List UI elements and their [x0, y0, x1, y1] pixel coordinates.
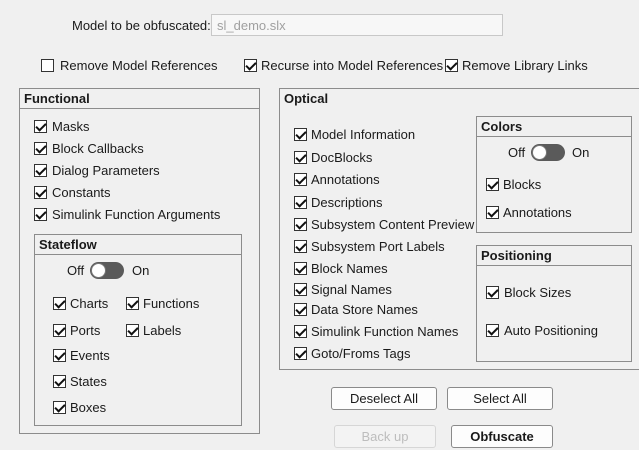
- colors-toggle-switch[interactable]: [531, 144, 565, 161]
- optical-title: Optical: [284, 91, 329, 106]
- stateflow-toggle-knob: [91, 263, 106, 278]
- subsystem-content-preview-checkbox[interactable]: [294, 218, 307, 231]
- states-checkbox[interactable]: [53, 375, 66, 388]
- descriptions-checkbox[interactable]: [294, 196, 307, 209]
- states-label: States: [70, 374, 107, 389]
- boxes-checkbox[interactable]: [53, 401, 66, 414]
- functional-title: Functional: [20, 89, 259, 109]
- goto-froms-tags-checkbox[interactable]: [294, 347, 307, 360]
- colors-toggle-knob: [532, 145, 547, 160]
- signal-names-label: Signal Names: [311, 282, 392, 297]
- model-information-label: Model Information: [311, 127, 416, 142]
- simulink-function-names-label: Simulink Function Names: [311, 324, 459, 339]
- stateflow-toggle-switch[interactable]: [90, 262, 124, 279]
- colors-blocks-label: Blocks: [503, 177, 542, 192]
- dialog-parameters-label: Dialog Parameters: [52, 163, 160, 178]
- model-label: Model to be obfuscated:: [72, 18, 211, 33]
- select-all-button[interactable]: Select All: [447, 387, 553, 410]
- functions-checkbox[interactable]: [126, 297, 139, 310]
- block-callbacks-label: Block Callbacks: [52, 141, 144, 156]
- model-name-field[interactable]: sl_demo.slx: [211, 14, 503, 36]
- recurse-model-references-label: Recurse into Model References: [261, 58, 444, 73]
- model-information-checkbox[interactable]: [294, 128, 307, 141]
- data-store-names-checkbox[interactable]: [294, 303, 307, 316]
- block-sizes-label: Block Sizes: [504, 285, 572, 300]
- constants-checkbox[interactable]: [34, 186, 47, 199]
- simulink-function-arguments-checkbox[interactable]: [34, 208, 47, 221]
- positioning-title: Positioning: [477, 246, 631, 266]
- data-store-names-label: Data Store Names: [311, 302, 418, 317]
- remove-library-links-checkbox[interactable]: [445, 59, 458, 72]
- dialog-parameters-checkbox[interactable]: [34, 164, 47, 177]
- labels-checkbox[interactable]: [126, 324, 139, 337]
- recurse-model-references-checkbox[interactable]: [244, 59, 257, 72]
- boxes-label: Boxes: [70, 400, 107, 415]
- obfuscate-button[interactable]: Obfuscate: [451, 425, 553, 448]
- constants-label: Constants: [52, 185, 111, 200]
- block-sizes-checkbox[interactable]: [486, 286, 499, 299]
- masks-checkbox[interactable]: [34, 120, 47, 133]
- auto-positioning-checkbox[interactable]: [486, 324, 499, 337]
- docblocks-label: DocBlocks: [311, 150, 373, 165]
- simulink-function-names-checkbox[interactable]: [294, 325, 307, 338]
- back-up-button[interactable]: Back up: [334, 425, 436, 448]
- ports-label: Ports: [70, 323, 101, 338]
- goto-froms-tags-label: Goto/Froms Tags: [311, 346, 411, 361]
- charts-checkbox[interactable]: [53, 297, 66, 310]
- colors-blocks-checkbox[interactable]: [486, 178, 499, 191]
- colors-title: Colors: [477, 117, 631, 137]
- ports-checkbox[interactable]: [53, 324, 66, 337]
- subsystem-port-labels-checkbox[interactable]: [294, 240, 307, 253]
- remove-model-references-checkbox[interactable]: [41, 59, 54, 72]
- block-names-checkbox[interactable]: [294, 262, 307, 275]
- subsystem-port-labels-label: Subsystem Port Labels: [311, 239, 445, 254]
- annotations-label: Annotations: [311, 172, 380, 187]
- subsystem-content-preview-label: Subsystem Content Preview: [311, 217, 475, 232]
- positioning-panel: Positioning: [476, 245, 632, 362]
- stateflow-title: Stateflow: [35, 235, 241, 255]
- colors-annotations-label: Annotations: [503, 205, 572, 220]
- charts-label: Charts: [70, 296, 109, 311]
- masks-label: Masks: [52, 119, 90, 134]
- docblocks-checkbox[interactable]: [294, 151, 307, 164]
- colors-toggle-on-label: On: [572, 145, 590, 160]
- block-names-label: Block Names: [311, 261, 388, 276]
- stateflow-toggle-off-label: Off: [67, 263, 85, 278]
- events-label: Events: [70, 348, 110, 363]
- signal-names-checkbox[interactable]: [294, 283, 307, 296]
- deselect-all-button[interactable]: Deselect All: [331, 387, 437, 410]
- simulink-function-arguments-label: Simulink Function Arguments: [52, 207, 221, 222]
- stateflow-toggle-on-label: On: [132, 263, 150, 278]
- block-callbacks-checkbox[interactable]: [34, 142, 47, 155]
- labels-label: Labels: [143, 323, 182, 338]
- remove-library-links-label: Remove Library Links: [462, 58, 588, 73]
- annotations-checkbox[interactable]: [294, 173, 307, 186]
- descriptions-label: Descriptions: [311, 195, 383, 210]
- auto-positioning-label: Auto Positioning: [504, 323, 598, 338]
- colors-annotations-checkbox[interactable]: [486, 206, 499, 219]
- colors-toggle-off-label: Off: [508, 145, 526, 160]
- events-checkbox[interactable]: [53, 349, 66, 362]
- remove-model-references-label: Remove Model References: [60, 58, 218, 73]
- functions-label: Functions: [143, 296, 200, 311]
